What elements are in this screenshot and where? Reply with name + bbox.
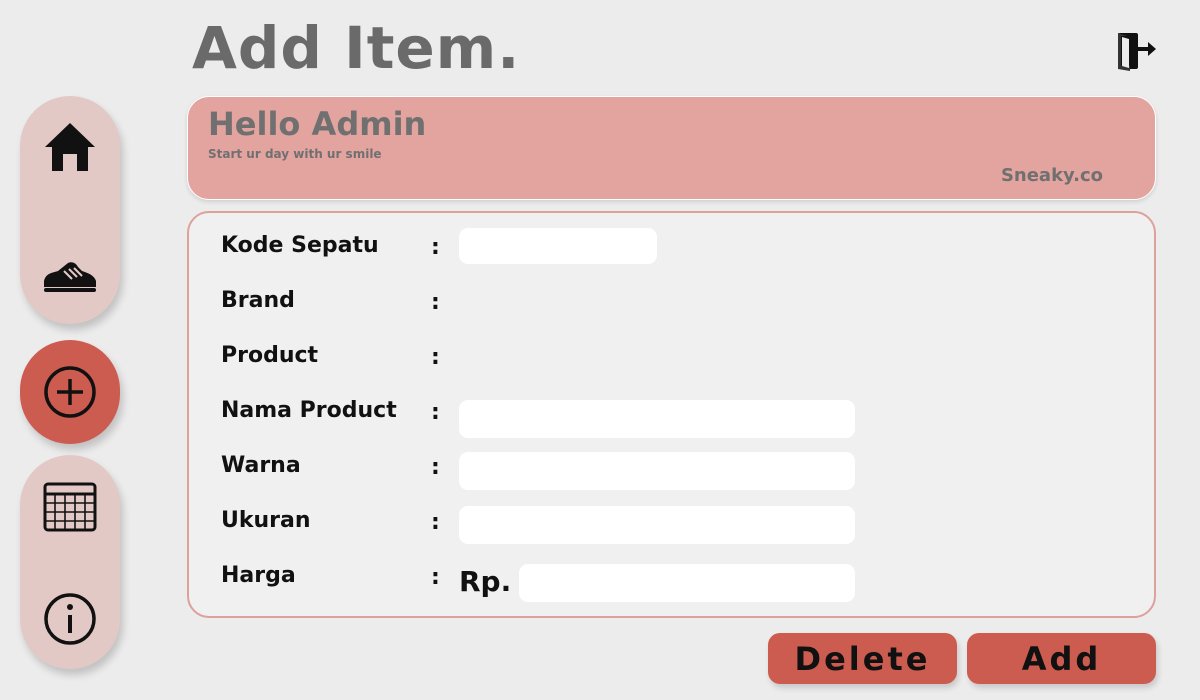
greeting-subtitle: Start ur day with ur smile xyxy=(208,147,382,161)
field-separator: : xyxy=(431,400,440,425)
greeting-card: Hello Admin Start ur day with ur smile S… xyxy=(187,96,1156,200)
field-separator: : xyxy=(431,235,440,260)
currency-prefix: Rp. xyxy=(459,565,512,598)
harga-input[interactable] xyxy=(519,564,855,602)
field-label-warna: Warna xyxy=(221,453,301,478)
field-label-ukuran: Ukuran xyxy=(221,508,311,533)
field-separator: : xyxy=(431,455,440,480)
sidebar-item-add-button[interactable] xyxy=(20,347,120,437)
field-label-kode-sepatu: Kode Sepatu xyxy=(221,233,379,258)
warna-input[interactable] xyxy=(459,452,855,490)
delete-button[interactable]: Delete xyxy=(768,633,957,684)
field-separator: : xyxy=(431,290,440,315)
sidebar-item-table[interactable] xyxy=(20,462,120,552)
brand-name: Sneaky.co xyxy=(1000,165,1103,186)
kode-sepatu-input[interactable] xyxy=(459,228,657,264)
sidebar-item-info[interactable] xyxy=(20,574,120,664)
add-item-form: Kode Sepatu : Brand : Product : Nama Pro… xyxy=(187,211,1156,618)
table-icon xyxy=(43,482,97,532)
add-button[interactable]: Add xyxy=(967,633,1156,684)
field-label-product: Product xyxy=(221,343,319,368)
greeting-title: Hello Admin xyxy=(208,105,427,143)
sneaker-icon xyxy=(44,262,96,292)
sidebar-item-products[interactable] xyxy=(20,232,120,322)
logout-icon[interactable] xyxy=(1114,30,1158,72)
field-label-brand: Brand xyxy=(221,288,295,313)
nama-product-input[interactable] xyxy=(459,400,855,438)
plus-circle-icon xyxy=(44,366,96,418)
info-icon xyxy=(44,593,96,645)
sidebar-item-home[interactable] xyxy=(20,102,120,192)
field-label-nama-product: Nama Product xyxy=(221,398,397,423)
field-separator: : xyxy=(431,565,440,590)
field-separator: : xyxy=(431,510,440,535)
ukuran-input[interactable] xyxy=(459,506,855,544)
home-icon xyxy=(45,123,95,171)
field-separator: : xyxy=(431,345,440,370)
field-label-harga: Harga xyxy=(221,563,296,588)
page-title: Add Item. xyxy=(192,14,521,82)
